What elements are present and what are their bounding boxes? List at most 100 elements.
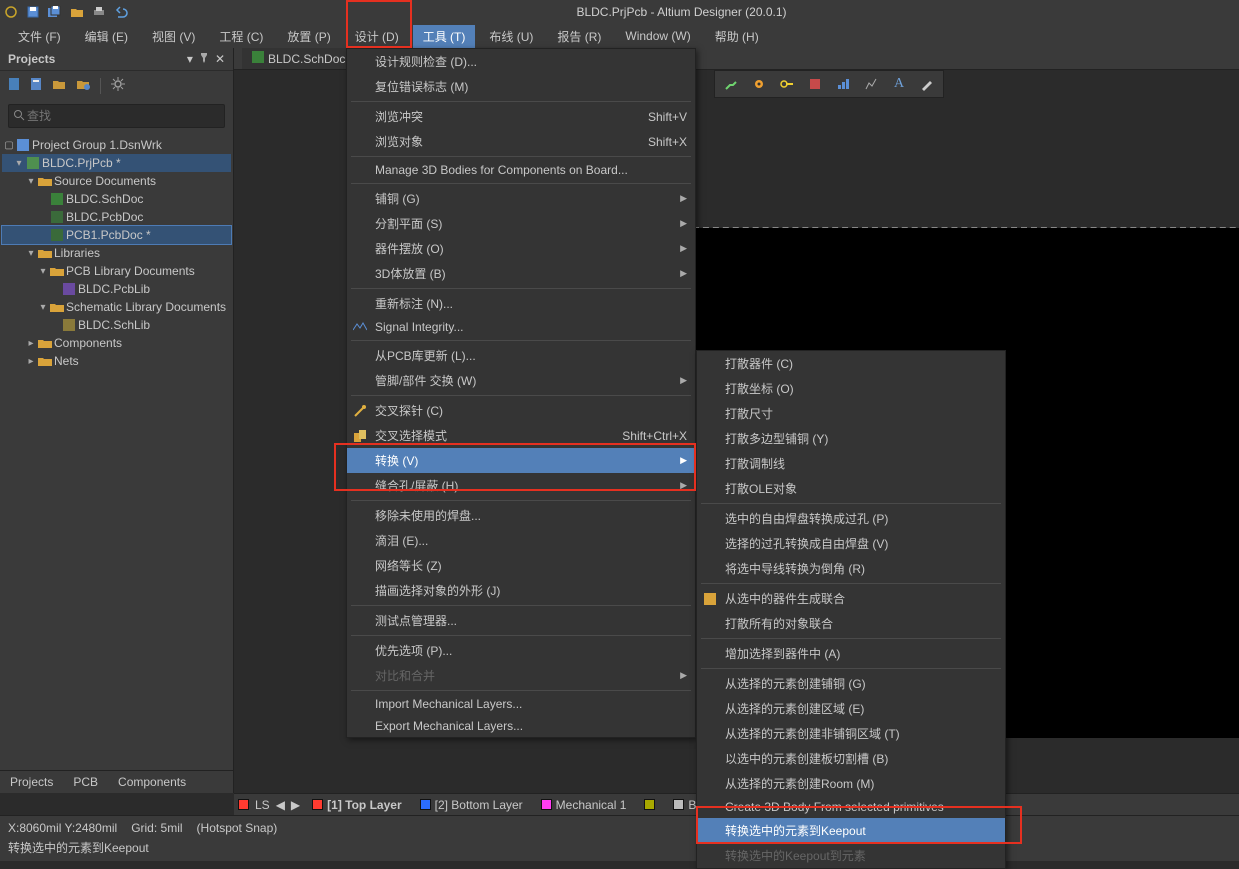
menu-item-pin-swap[interactable]: 管脚/部件 交换 (W)▶ [347,368,695,393]
save-icon[interactable] [26,5,40,19]
submenu-via-to-freepad[interactable]: 选择的过孔转换成自由焊盘 (V) [697,531,1005,556]
open-folder-icon[interactable] [70,5,84,19]
tool-text-icon[interactable]: A [891,76,907,92]
menu-item-cross-select[interactable]: 交叉选择模式Shift+Ctrl+X [347,423,695,448]
tool-fill-icon[interactable] [807,76,823,92]
menu-route[interactable]: 布线 (U) [479,25,543,48]
menu-item-reannotate[interactable]: 重新标注 (N)... [347,291,695,316]
menu-item-remove-unused-pads[interactable]: 移除未使用的焊盘... [347,503,695,528]
menu-item-convert[interactable]: 转换 (V)▶ [347,448,695,473]
tree-pcblib-docs[interactable]: ▾PCB Library Documents [2,262,231,280]
menu-item-polygon[interactable]: 铺铜 (G)▶ [347,186,695,211]
layer-top[interactable]: [1] Top Layer [306,798,407,812]
menu-item-browse-conflict[interactable]: 浏览冲突Shift+V [347,104,695,129]
tool-key-icon[interactable] [779,76,795,92]
menu-item-testpoint[interactable]: 测试点管理器... [347,608,695,633]
submenu-add-to-comp[interactable]: 增加选择到器件中 (A) [697,641,1005,666]
menu-item-preferences[interactable]: 优先选项 (P)... [347,638,695,663]
menu-help[interactable]: 帮助 (H) [705,25,769,48]
submenu-explode-size[interactable]: 打散尺寸 [697,401,1005,426]
layer-mech1[interactable]: Mechanical 1 [535,798,633,812]
menu-item-cross-probe[interactable]: 交叉探针 (C) [347,398,695,423]
menu-item-comp-place[interactable]: 器件摆放 (O)▶ [347,236,695,261]
layer-scroll-right[interactable]: ▶ [291,798,300,812]
submenu-create-nonplate[interactable]: 从选择的元素创建非铺铜区域 (T) [697,721,1005,746]
submenu-track-to-chamfer[interactable]: 将选中导线转换为倒角 (R) [697,556,1005,581]
menu-item-3d-body[interactable]: 3D体放置 (B)▶ [347,261,695,286]
submenu-explode-all-union[interactable]: 打散所有的对象联合 [697,611,1005,636]
menu-file[interactable]: 文件 (F) [8,25,71,48]
layer-bottom[interactable]: [2] Bottom Layer [414,798,529,812]
menu-item-drc[interactable]: 设计规则检查 (D)... [347,49,695,74]
menu-item-signal-integrity[interactable]: Signal Integrity... [347,316,695,338]
layer-unknown[interactable] [638,799,661,810]
gear-icon[interactable] [111,77,125,94]
menu-project[interactable]: 工程 (C) [209,25,273,48]
menu-report[interactable]: 报告 (R) [547,25,611,48]
submenu-create-poly[interactable]: 从选择的元素创建铺铜 (G) [697,671,1005,696]
panel-tab-components[interactable]: Components [108,771,196,793]
tool-via-icon[interactable] [751,76,767,92]
tree-pcb1doc[interactable]: PCB1.PcbDoc * [2,226,231,244]
folder-icon[interactable] [52,78,66,93]
submenu-freepad-to-via[interactable]: 选中的自由焊盘转换成过孔 (P) [697,506,1005,531]
tree-schdoc[interactable]: BLDC.SchDoc [2,190,231,208]
menu-item-teardrop[interactable]: 滴泪 (E)... [347,528,695,553]
submenu-explode-coord[interactable]: 打散坐标 (O) [697,376,1005,401]
tool-route-icon[interactable] [723,76,739,92]
compile-icon[interactable] [30,77,42,94]
search-input[interactable] [25,107,220,125]
tree-components[interactable]: ▸Components [2,334,231,352]
panel-tab-pcb[interactable]: PCB [63,771,108,793]
submenu-explode-ole[interactable]: 打散OLE对象 [697,476,1005,501]
menu-item-update-from-lib[interactable]: 从PCB库更新 (L)... [347,343,695,368]
menu-item-net-equal[interactable]: 网络等长 (Z) [347,553,695,578]
tool-bar-chart-icon[interactable] [835,76,851,92]
layer-ls[interactable]: LS [255,798,270,812]
folder-link-icon[interactable] [76,78,90,93]
menu-tools[interactable]: 工具 (T) [413,25,476,48]
menu-window[interactable]: Window (W) [615,26,700,46]
tree-libraries[interactable]: ▾Libraries [2,244,231,262]
submenu-explode-poly[interactable]: 打散多边型铺铜 (Y) [697,426,1005,451]
tree-source-docs[interactable]: ▾Source Documents [2,172,231,190]
doc-tab-schdoc[interactable]: BLDC.SchDoc [242,48,356,69]
pin-icon[interactable] [199,52,209,66]
menu-item-stitching[interactable]: 缝合孔/屏蔽 (H)▶ [347,473,695,498]
save-all-icon[interactable] [48,5,62,19]
menu-item-draw-outline[interactable]: 描画选择对象的外形 (J) [347,578,695,603]
close-panel-icon[interactable]: ✕ [215,52,225,66]
tree-pcbdoc[interactable]: BLDC.PcbDoc [2,208,231,226]
tree-group[interactable]: ▢Project Group 1.DsnWrk [2,136,231,154]
tool-pencil-icon[interactable] [919,76,935,92]
menu-item-import-mech[interactable]: Import Mechanical Layers... [347,693,695,715]
search-box[interactable] [8,104,225,128]
menu-place[interactable]: 放置 (P) [277,25,340,48]
print-icon[interactable] [92,5,106,19]
menu-edit[interactable]: 编辑 (E) [75,25,138,48]
undo-icon[interactable] [114,5,128,19]
menu-view[interactable]: 视图 (V) [142,25,205,48]
panel-tab-projects[interactable]: Projects [0,771,63,793]
submenu-explode-comp[interactable]: 打散器件 (C) [697,351,1005,376]
tree-schlib-docs[interactable]: ▾Schematic Library Documents [2,298,231,316]
menu-item-export-mech[interactable]: Export Mechanical Layers... [347,715,695,737]
tree-project[interactable]: ▾BLDC.PrjPcb * [2,154,231,172]
submenu-create-region[interactable]: 从选择的元素创建区域 (E) [697,696,1005,721]
submenu-convert-to-keepout[interactable]: 转换选中的元素到Keepout [697,818,1005,843]
menu-design[interactable]: 设计 (D) [345,25,409,48]
submenu-union-from-sel[interactable]: 从选中的器件生成联合 [697,586,1005,611]
layer-scroll-left[interactable]: ◀ [276,798,285,812]
tool-plot-icon[interactable] [863,76,879,92]
menu-item-reset-err[interactable]: 复位错误标志 (M) [347,74,695,99]
submenu-create-3d-body[interactable]: Create 3D Body From selected primitives [697,796,1005,818]
swatch-ls[interactable] [238,799,249,810]
dropdown-icon[interactable]: ▾ [187,52,193,66]
new-doc-icon[interactable] [8,77,20,94]
menu-item-split-plane[interactable]: 分割平面 (S)▶ [347,211,695,236]
submenu-create-cutout[interactable]: 以选中的元素创建板切割槽 (B) [697,746,1005,771]
tree-schlib[interactable]: BLDC.SchLib [2,316,231,334]
menu-item-browse-obj[interactable]: 浏览对象Shift+X [347,129,695,154]
menu-item-manage-3d[interactable]: Manage 3D Bodies for Components on Board… [347,159,695,181]
tree-nets[interactable]: ▸Nets [2,352,231,370]
